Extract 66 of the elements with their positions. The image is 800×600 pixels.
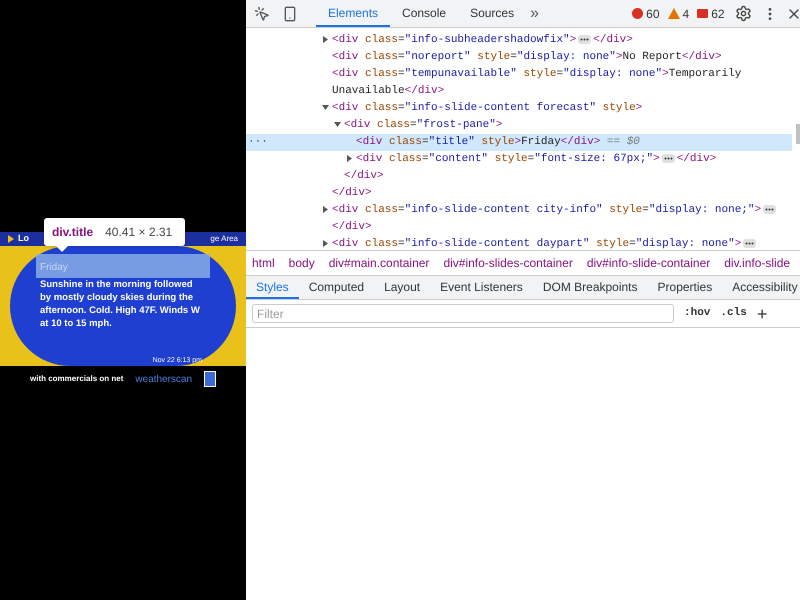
sidebar-tab[interactable]: Event Listeners [430, 276, 533, 299]
error-icon [632, 8, 644, 19]
issues-count[interactable]: 62 [697, 4, 725, 22]
dom-node-line[interactable]: <div class="content" style="font-size: 67px;"> </div> [356, 151, 724, 168]
collapse-triangle-icon[interactable] [322, 104, 329, 111]
sidebar-tab[interactable]: DOM Breakpoints [532, 276, 648, 299]
ellipsis-button[interactable] [763, 204, 776, 214]
expand-triangle-icon[interactable] [346, 155, 353, 162]
breadcrumb-item[interactable]: html [252, 254, 275, 272]
panel-tab[interactable]: Sources [458, 0, 526, 27]
dom-node-line[interactable]: <div class="noreport" style="display: none">No Report</div> [332, 49, 730, 66]
dom-node-line[interactable]: </div> [344, 168, 792, 185]
dots-icon [765, 208, 774, 211]
error-count[interactable]: 60 [632, 4, 660, 22]
expand-triangle-icon[interactable] [322, 36, 329, 43]
dom-node-line[interactable]: <div class="info-subheadershadowfix"> </div> [332, 32, 641, 49]
dom-node-line[interactable]: </div> [332, 185, 792, 202]
dom-node-line[interactable]: <div class="title" style>Friday</div> == $0 [356, 134, 648, 151]
breadcrumb-item[interactable]: body [288, 254, 315, 272]
brand-label: weatherscan [135, 372, 192, 386]
settings-icon[interactable] [734, 5, 752, 22]
class-button[interactable]: .cls [720, 305, 747, 322]
device-toolbar-icon[interactable] [282, 6, 298, 22]
dom-node-line[interactable]: <div class="info-slide-content daypart" style="display: none"> [332, 236, 766, 250]
area-label: ge Area [210, 233, 238, 245]
dots-icon [664, 156, 673, 160]
ellipsis-button[interactable] [743, 238, 756, 248]
filter-field[interactable]: Filter [252, 304, 674, 323]
sidebar-tab[interactable]: Accessibility [722, 276, 800, 299]
more-tabs-button[interactable]: » [526, 0, 543, 27]
dom-node-line[interactable]: <div class="info-slide-content forecast" style> [332, 100, 650, 117]
new-rule-button[interactable]: + [756, 304, 768, 322]
dom-node-line[interactable]: <div class="info-slide-content city-info" style="display: none;"> </div> [332, 202, 792, 236]
expand-triangle-icon[interactable] [322, 240, 329, 247]
dom-node-line[interactable]: <div class="tempunavailable" style="display: none">Temporarily Unavailable</div> [332, 66, 792, 100]
sidebar-tab[interactable]: Computed [298, 276, 374, 299]
sidebar-tab[interactable]: Layout [374, 276, 430, 299]
panel-tab[interactable]: Console [390, 0, 458, 27]
warning-count[interactable]: 4 [668, 4, 690, 22]
warning-icon [668, 8, 680, 19]
row-menu-button[interactable]: ··· [248, 134, 268, 151]
sidebar-tab[interactable]: Properties [648, 276, 722, 299]
breadcrumb-item[interactable]: div#info-slides-container [443, 254, 573, 272]
location-label: Lo [8, 232, 29, 246]
dom-node-line[interactable]: <div class="frost-pane"> [344, 117, 510, 134]
panel-tab[interactable]: Elements [316, 0, 390, 27]
breadcrumb-item[interactable]: div#main.container [328, 254, 430, 272]
play-icon [8, 235, 14, 243]
hover-state-button[interactable]: :hov [684, 305, 710, 322]
tooltip-selector: div.title [52, 224, 94, 241]
day-title: Friday [40, 262, 68, 273]
dots-icon [745, 242, 754, 245]
tooltip-size: 40.41 × 2.31 [105, 224, 172, 241]
channel-logo-icon [204, 371, 216, 387]
dots-icon [580, 38, 590, 41]
ticker-text: with commercials on net [30, 373, 124, 385]
ellipsis-button[interactable] [662, 154, 675, 163]
sidebar-tab[interactable]: Styles [246, 276, 299, 299]
breadcrumb-item[interactable]: div#info-slide-container [586, 254, 710, 272]
inspect-icon[interactable] [254, 6, 270, 22]
breadcrumb-item[interactable]: div.info-slide [724, 254, 790, 272]
ellipsis-button[interactable] [578, 34, 592, 44]
expand-triangle-icon[interactable] [322, 206, 329, 213]
collapse-triangle-icon[interactable] [334, 121, 341, 128]
forecast-text: Sunshine in the morning followed by mostly cloudy skies during the afternoon. Cold. High 47F. Winds W at 10 to 15 mph. [40, 278, 201, 330]
issue-icon [697, 9, 708, 18]
